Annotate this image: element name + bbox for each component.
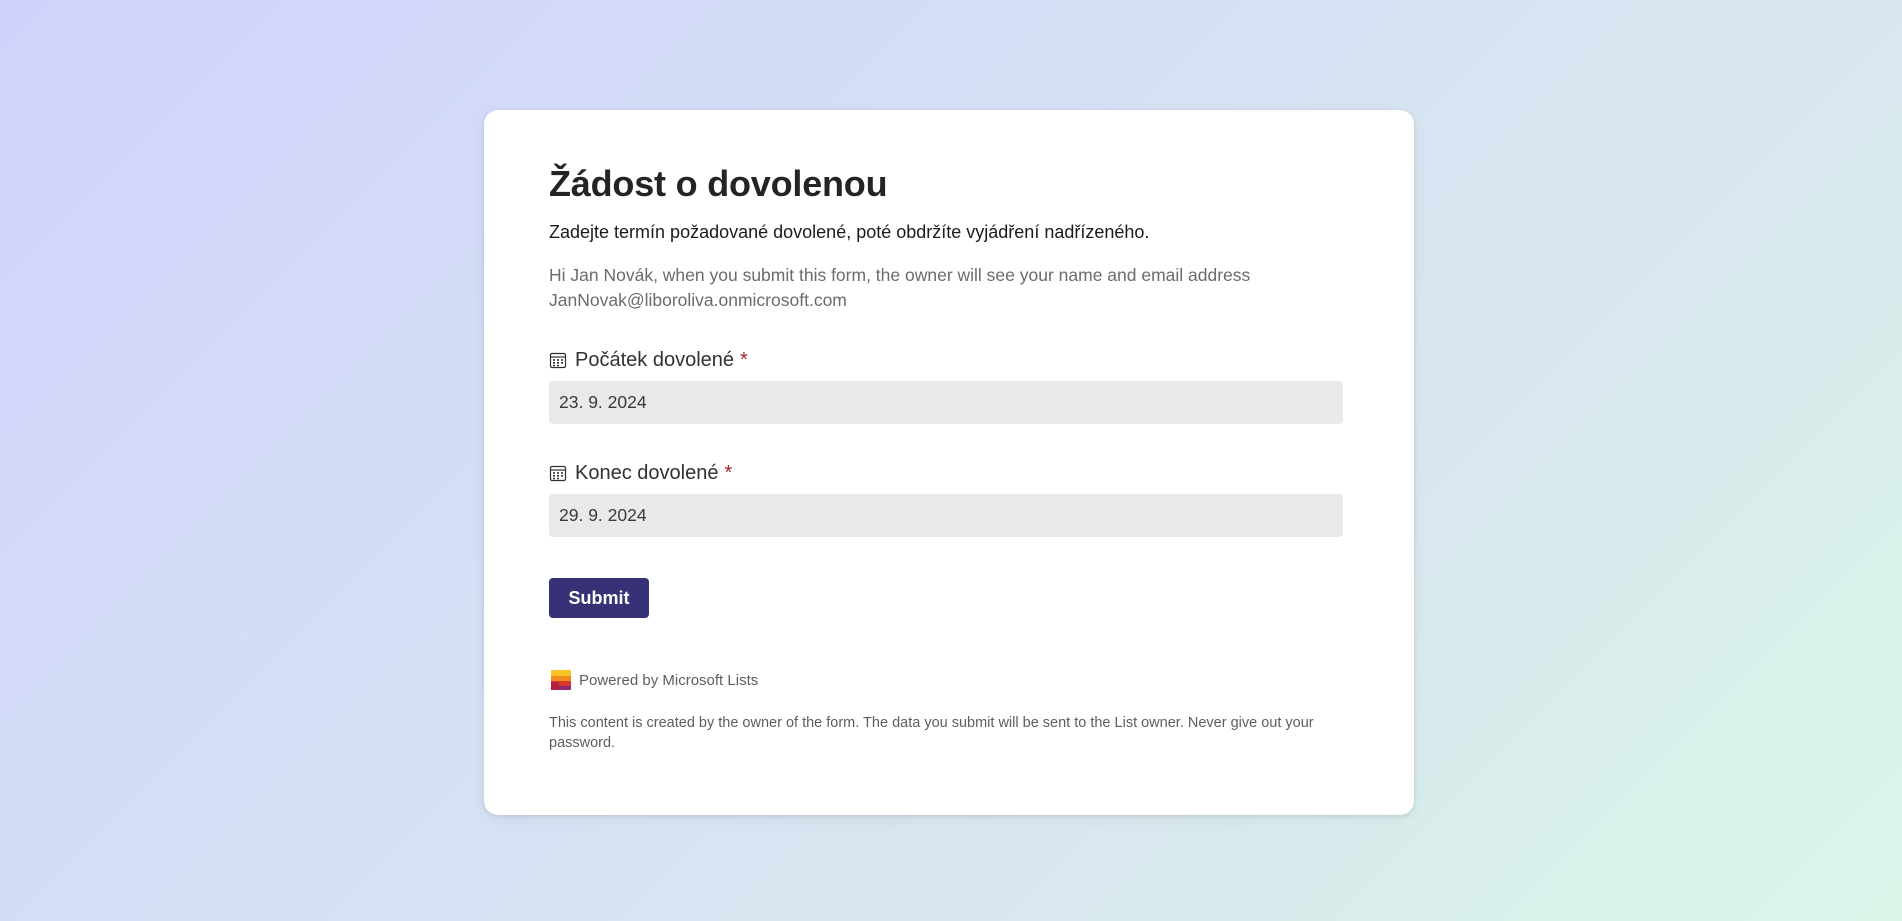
form-title: Žádost o dovolenou bbox=[549, 163, 888, 204]
disclaimer: This content is created by the owner of … bbox=[549, 715, 1314, 751]
powered-by: Powered by Microsoft Lists bbox=[549, 668, 1344, 692]
required-mark: * bbox=[724, 462, 733, 484]
field-label-text: Počátek dovolené bbox=[575, 349, 735, 371]
field-label-end-date: Konec dovolené * bbox=[549, 460, 1344, 486]
form-card: Žádost o dovolenou Zadejte termín požado… bbox=[484, 110, 1414, 815]
end-date-input[interactable] bbox=[549, 494, 1343, 537]
field-end-date: Konec dovolené * bbox=[549, 460, 1344, 537]
notice-email: JanNovak@liboroliva.onmicrosoft.com bbox=[549, 290, 847, 310]
form-subtitle: Zadejte termín požadované dovolené, poté… bbox=[549, 222, 1150, 242]
field-label-start-date: Počátek dovolené * bbox=[549, 347, 1344, 373]
required-mark: * bbox=[740, 349, 748, 371]
calendar-icon bbox=[549, 352, 567, 369]
start-date-input[interactable] bbox=[549, 381, 1343, 424]
powered-by-text: Powered by Microsoft Lists bbox=[579, 671, 759, 689]
field-label-text: Konec dovolené bbox=[575, 462, 719, 484]
submit-button[interactable]: Submit bbox=[549, 578, 649, 618]
calendar-icon bbox=[549, 465, 567, 482]
notice-line: Hi Jan Novák, when you submit this form,… bbox=[549, 265, 1251, 285]
microsoft-lists-logo-icon bbox=[551, 670, 571, 690]
field-start-date: Počátek dovolené * bbox=[549, 347, 1344, 424]
submitter-notice: Hi Jan Novák, when you submit this form,… bbox=[549, 263, 1344, 313]
